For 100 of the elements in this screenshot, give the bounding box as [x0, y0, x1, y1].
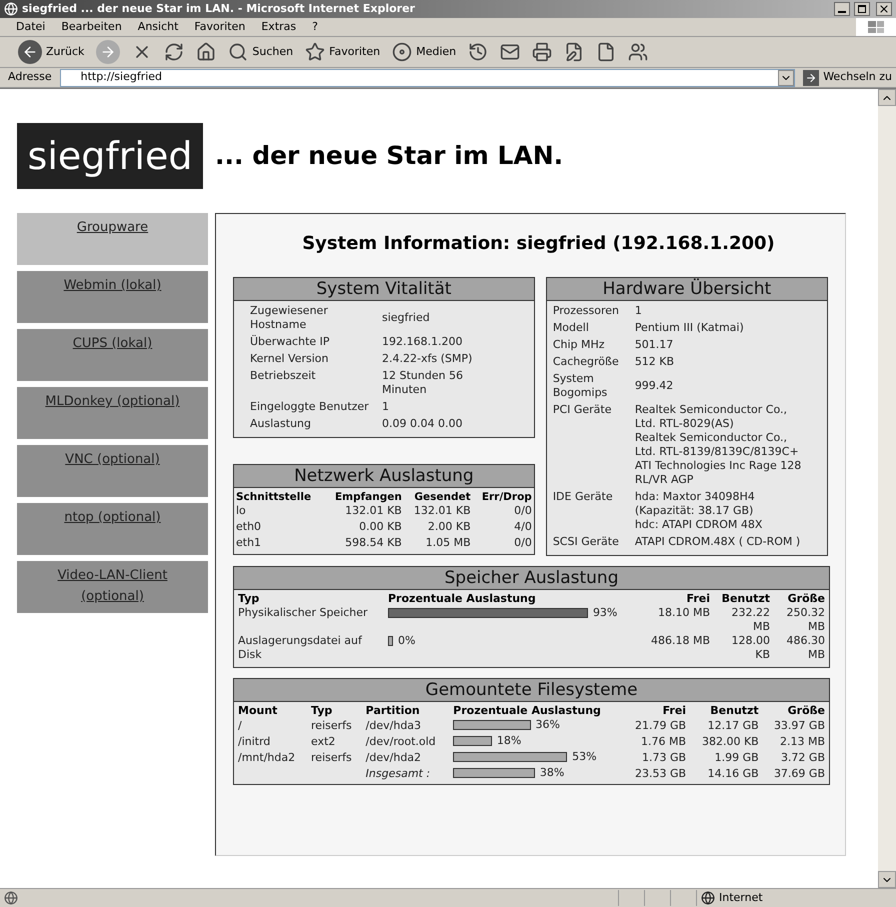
table-cell: eth1: [236, 536, 262, 549]
field-value: siegfried: [382, 311, 430, 324]
field-label: System Bogomips: [552, 372, 608, 399]
panel-title: System Vitalität: [234, 278, 534, 301]
column-header: Typ: [238, 592, 260, 605]
menu-item[interactable]: Datei: [16, 18, 46, 36]
toolbar-button[interactable]: Suchen: [226, 42, 296, 62]
star-icon: [305, 42, 326, 62]
nav-link[interactable]: ntop (optional): [17, 503, 208, 555]
column-header: Frei: [686, 592, 710, 605]
table-cell: 0/0: [514, 504, 532, 517]
toolbar-button[interactable]: Favoriten: [303, 42, 382, 62]
table-cell: 4/0: [514, 520, 532, 533]
table-cell: 23.53 GB: [635, 767, 686, 780]
table-cell: 33.97 GB: [774, 719, 825, 732]
minimize-button[interactable]: [834, 2, 850, 16]
arrow-right-icon: [803, 70, 820, 86]
menu-item[interactable]: Extras: [261, 18, 296, 36]
menu-item[interactable]: Ansicht: [138, 18, 178, 36]
usage-bar: [453, 736, 492, 746]
field-value: 1: [382, 400, 389, 413]
table-cell: 382.00 KB: [702, 735, 759, 748]
table-cell: /: [238, 719, 242, 732]
percent-value: 18%: [496, 734, 522, 748]
table-cell: ext2: [311, 735, 336, 748]
table-cell: 128.00 KB: [732, 634, 770, 661]
panel-title: Gemountete Filesysteme: [234, 679, 829, 702]
field-value: Realtek Semiconductor Co., Ltd. RTL-8029(AS): [634, 403, 788, 431]
history-icon: [468, 42, 488, 62]
dropdown-button[interactable]: [778, 70, 794, 86]
nav-link[interactable]: VNC (optional): [17, 445, 208, 497]
scroll-up-button[interactable]: [878, 89, 896, 106]
field-label: Cachegröße: [552, 355, 619, 368]
nav-link[interactable]: MLDonkey (optional): [17, 387, 208, 439]
scrollbar[interactable]: [878, 89, 896, 888]
column-header: Empfangen: [334, 491, 402, 503]
zone-label: Internet: [719, 890, 763, 906]
edit-icon: [564, 42, 584, 62]
column-header: Benutzt: [722, 592, 770, 605]
table-cell: /initrd: [238, 735, 270, 748]
toolbar-button[interactable]: Zurück: [16, 40, 86, 64]
field-value: 501.17: [634, 338, 674, 352]
nav-link[interactable]: Webmin (lokal): [17, 271, 208, 323]
address-field[interactable]: http://siegfried: [60, 68, 796, 86]
field-value: 0.09 0.04 0.00: [382, 417, 462, 430]
column-header: Größe: [788, 704, 825, 717]
nav-link[interactable]: Video-LAN-Client (optional): [17, 561, 208, 613]
tagline: ... der neue Star im LAN.: [215, 140, 564, 172]
maximize-button[interactable]: [854, 2, 870, 16]
menu-item[interactable]: ?: [312, 18, 318, 36]
panel-title: Netzwerk Auslastung: [234, 465, 534, 488]
percent-value: 93%: [592, 606, 618, 620]
people-icon: [628, 42, 648, 62]
field-value: 192.168.1.200: [382, 335, 462, 348]
toolbar-button[interactable]: Medien: [390, 42, 458, 62]
table-cell: /dev/hda3: [366, 719, 422, 732]
usage-bar: [388, 636, 393, 646]
field-label: IDE Geräte: [552, 490, 613, 503]
globe-icon: [701, 891, 715, 905]
table-cell: lo: [236, 504, 246, 517]
table-cell: 0/0: [514, 536, 532, 549]
field-label: PCI Geräte: [552, 403, 612, 416]
field-value: 512 KB: [634, 355, 676, 369]
column-header: Typ: [311, 704, 332, 717]
page-title: System Information: siegfried (192.168.1.200): [301, 232, 776, 256]
column-header: Partition: [366, 704, 420, 717]
table-cell: 1.73 GB: [642, 751, 686, 764]
scroll-down-button[interactable]: [878, 871, 896, 888]
table-cell: /mnt/hda2: [238, 751, 296, 764]
table-cell: 132.01 KB: [345, 504, 402, 517]
percent-value: 53%: [571, 750, 597, 764]
go-button[interactable]: Wechseln zu: [803, 69, 896, 86]
close-button[interactable]: [876, 2, 892, 16]
mail-icon: [500, 42, 520, 62]
field-value: ATAPI CDROM.48X ( CD-ROM ): [634, 535, 802, 549]
nav-link[interactable]: CUPS (lokal): [17, 329, 208, 381]
field-value: 999.42: [634, 379, 674, 393]
field-value: 1: [634, 304, 643, 318]
nav-link[interactable]: Groupware: [17, 213, 208, 265]
percent-value: 0%: [397, 634, 416, 648]
table-cell: 1.05 MB: [426, 536, 471, 549]
column-header: Gesendet: [414, 491, 471, 503]
refresh-icon: [164, 42, 184, 62]
table-cell: Physikalischer Speicher: [238, 606, 368, 619]
menu-item[interactable]: Favoriten: [194, 18, 246, 36]
table-cell: 598.54 KB: [345, 536, 402, 549]
menu-item[interactable]: Bearbeiten: [61, 18, 122, 36]
table-cell: /dev/hda2: [366, 751, 422, 764]
table-cell: reiserfs: [311, 719, 352, 732]
column-header: Benutzt: [710, 704, 759, 717]
panel-title: Hardware Übersicht: [546, 278, 827, 301]
column-header: Prozentuale Auslastung: [388, 592, 536, 605]
table-cell: 486.18 MB: [650, 634, 710, 647]
printer-icon: [532, 42, 552, 62]
table-cell: 0.00 KB: [359, 520, 402, 533]
table-cell: 486.30 MB: [786, 634, 825, 661]
field-label: Modell: [552, 321, 589, 334]
table-cell: /dev/root.old: [366, 735, 436, 748]
table-cell: 250.32 MB: [786, 606, 825, 633]
field-value: Pentium III (Katmai): [634, 321, 745, 335]
